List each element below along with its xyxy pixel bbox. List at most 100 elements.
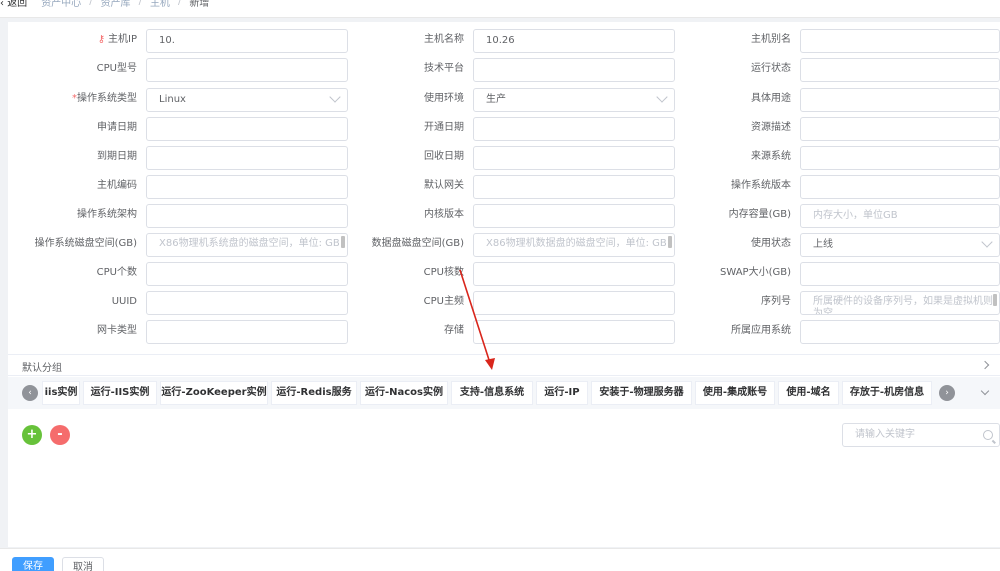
field-label: 存储 (444, 321, 464, 341)
text-field[interactable] (146, 58, 348, 82)
text-field[interactable] (473, 204, 675, 228)
field-label: 主机别名 (751, 30, 791, 50)
field-label-text: 所属应用系统 (731, 325, 791, 336)
field-label: 回收日期 (424, 147, 464, 167)
field-value: Linux (159, 94, 186, 105)
field-value: 10.26 (486, 35, 515, 46)
relation-tab[interactable]: 使用-域名 (778, 381, 839, 405)
text-field[interactable] (473, 146, 675, 170)
text-field[interactable] (473, 262, 675, 286)
field-placeholder: X86物理机数据盘的磁盘空间，单位: GB (486, 238, 667, 249)
relation-tab[interactable]: 运行-Redis服务 (271, 381, 357, 405)
text-field[interactable] (473, 175, 675, 199)
field-label-text: 序列号 (761, 296, 791, 307)
cancel-button[interactable]: 取消 (62, 557, 104, 571)
scrollbar-thumb[interactable] (993, 294, 997, 306)
remove-button[interactable]: - (50, 425, 70, 445)
field-label-text: 内存容量(GB) (728, 209, 791, 220)
field-label: 来源系统 (751, 147, 791, 167)
scrollbar-thumb[interactable] (341, 236, 345, 248)
relation-tab[interactable]: 存放于-机房信息 (842, 381, 932, 405)
relation-tab[interactable]: 运行-IIS实例 (83, 381, 157, 405)
text-field[interactable] (800, 29, 1000, 53)
text-field[interactable] (800, 262, 1000, 286)
textarea-field[interactable]: X86物理机系统盘的磁盘空间，单位: GB (146, 233, 348, 257)
breadcrumb-item[interactable]: 资产库 (101, 0, 131, 9)
field-label: 内核版本 (424, 205, 464, 225)
add-button[interactable]: + (22, 425, 42, 445)
scroll-left-icon[interactable]: ‹ (22, 385, 38, 401)
text-field[interactable] (146, 146, 348, 170)
back-label: 返回 (7, 0, 28, 9)
text-field[interactable]: 内存大小，单位GB (800, 204, 1000, 228)
text-field[interactable]: 10. (146, 29, 348, 53)
chevron-down-icon[interactable] (980, 386, 990, 396)
relation-tab[interactable]: 支持-信息系统 (451, 381, 533, 405)
field-label: 默认网关 (424, 176, 464, 196)
relation-tab[interactable]: iis实例 (42, 381, 80, 405)
text-field[interactable] (800, 88, 1000, 112)
field-label: 使用环境 (424, 89, 464, 109)
group-title: 默认分组 (22, 363, 62, 374)
relation-tab[interactable]: 运行-IP (536, 381, 588, 405)
breadcrumb: ‹ 返回 资产中心 / 资产库 / 主机 / 新增 (0, 0, 209, 9)
select-field[interactable]: 上线 (800, 233, 1000, 257)
scrollbar-thumb[interactable] (668, 236, 672, 248)
breadcrumb-item[interactable]: 资产中心 (41, 0, 81, 9)
key-icon: ⚷ (97, 34, 106, 45)
field-label-text: 申请日期 (97, 122, 137, 133)
text-field[interactable] (800, 146, 1000, 170)
field-label: 使用状态 (751, 234, 791, 254)
breadcrumb-separator: / (138, 0, 142, 7)
field-placeholder: X86物理机系统盘的磁盘空间，单位: GB (159, 238, 340, 249)
save-button[interactable]: 保存 (12, 557, 54, 571)
field-label-text: 存储 (444, 325, 464, 336)
relation-tab[interactable]: 运行-Nacos实例 (360, 381, 448, 405)
text-field[interactable] (800, 175, 1000, 199)
text-field[interactable] (473, 58, 675, 82)
field-label: 所属应用系统 (731, 321, 791, 341)
text-field[interactable] (146, 262, 348, 286)
breadcrumb-item[interactable]: 主机 (150, 0, 170, 9)
text-field[interactable] (146, 320, 348, 344)
field-label: 技术平台 (424, 59, 464, 79)
chevron-right-icon (980, 360, 990, 370)
text-field[interactable] (800, 117, 1000, 141)
field-label: CPU型号 (97, 59, 137, 79)
field-label-text: 运行状态 (751, 63, 791, 74)
text-field[interactable] (800, 58, 1000, 82)
field-label: 主机名称 (424, 30, 464, 50)
relation-tab[interactable]: 运行-ZooKeeper实例 (160, 381, 268, 405)
default-group-header[interactable]: 默认分组 (8, 354, 1000, 376)
chevron-down-icon (656, 91, 668, 103)
field-label: 操作系统架构 (77, 205, 137, 225)
field-label-text: 资源描述 (751, 122, 791, 133)
top-bar: ‹ 返回 资产中心 / 资产库 / 主机 / 新增 (0, 0, 1000, 18)
text-field[interactable] (473, 291, 675, 315)
text-field[interactable] (473, 320, 675, 344)
field-label-text: 操作系统磁盘空间(GB) (34, 238, 137, 249)
search-input[interactable]: 请输入关键字 (842, 423, 1000, 447)
field-label: 数据盘磁盘空间(GB) (372, 234, 464, 254)
field-label-text: 操作系统版本 (731, 180, 791, 191)
text-field[interactable] (473, 117, 675, 141)
relation-tab[interactable]: 安装于-物理服务器 (591, 381, 692, 405)
relation-tab[interactable]: 使用-集成账号 (695, 381, 775, 405)
back-link[interactable]: ‹ 返回 (0, 0, 27, 9)
field-label: CPU主频 (424, 292, 464, 312)
field-label-text: 主机编码 (97, 180, 137, 191)
text-field[interactable]: 10.26 (473, 29, 675, 53)
scroll-right-icon[interactable]: › (939, 385, 955, 401)
text-field[interactable] (146, 175, 348, 199)
field-label-text: UUID (111, 296, 137, 307)
field-placeholder: 所属硬件的设备序列号，如果是虚拟机则为空 (813, 296, 993, 315)
text-field[interactable] (146, 291, 348, 315)
text-field[interactable] (800, 320, 1000, 344)
select-field[interactable]: 生产 (473, 88, 675, 112)
textarea-field[interactable]: 所属硬件的设备序列号，如果是虚拟机则为空 (800, 291, 1000, 315)
textarea-field[interactable]: X86物理机数据盘的磁盘空间，单位: GB (473, 233, 675, 257)
text-field[interactable] (146, 204, 348, 228)
text-field[interactable] (146, 117, 348, 141)
select-field[interactable]: Linux (146, 88, 348, 112)
field-label: 申请日期 (97, 118, 137, 138)
